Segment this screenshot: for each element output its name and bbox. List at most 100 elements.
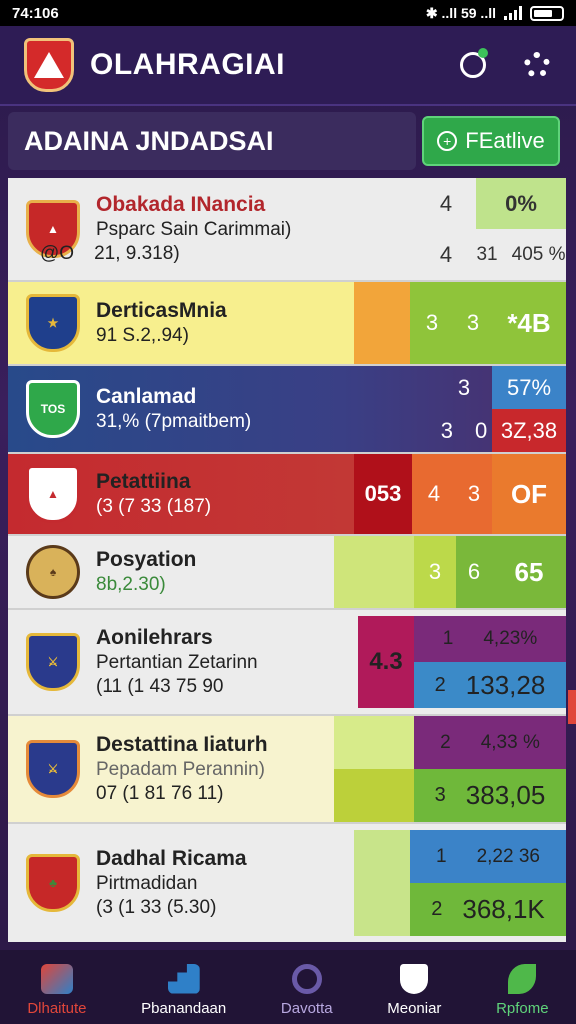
team-name: DerticasMnia [96, 299, 227, 322]
feature-live-label: FEatlive [465, 128, 545, 153]
team-crest-icon: ♣ [26, 854, 80, 912]
stat-cell: 2 4,33 % [414, 716, 566, 769]
stat-cell: 3 [457, 374, 471, 400]
list-item[interactable]: TOS Canlamad 31,% (7pmaitbem) 3 30 57% 3… [8, 366, 566, 454]
nav-item-stats[interactable]: Pbanandaan [141, 963, 226, 1017]
team-stats-value: 07 (1 81 76 11) [96, 783, 224, 805]
bell-icon[interactable] [458, 48, 488, 80]
nav-item-home[interactable]: Dlhaitute [27, 963, 87, 1017]
bar-chart-icon [167, 963, 200, 994]
home-icon [40, 963, 73, 994]
team-subtitle: (3 (7 33 (187) [96, 496, 212, 518]
stat-percent: 2,22 36 [476, 845, 540, 867]
nav-item-monitor[interactable]: Meoniar [387, 963, 442, 1017]
nav-item-search[interactable]: Davotta [280, 963, 333, 1017]
leaf-icon [508, 963, 537, 994]
list-item[interactable]: ♠ Posyation 8b,2.30) 3 6 65 [8, 536, 566, 610]
bottom-nav: Dlhaitute Pbanandaan Davotta Meoniar Rpf… [0, 950, 576, 1024]
stat-cell: 4 [412, 454, 456, 534]
stat-percent: 4,33 % [480, 731, 540, 753]
team-stats-value: (11 (1 43 75 90 [96, 676, 224, 698]
team-crest-icon: ♠ [26, 545, 80, 599]
stat-cell-b: 405 % [511, 243, 566, 265]
stat-total: 133,28 [465, 669, 546, 700]
stat-percent: 57% [492, 366, 566, 409]
stat-bar [334, 536, 414, 608]
stat-cell: 1 4,23% [414, 616, 566, 662]
team-stats-value: 21, 9.318) [94, 243, 180, 265]
team-name: Dadhal Ricama [96, 847, 247, 871]
scroll-indicator[interactable] [568, 690, 576, 724]
section-title: ADAINA JNDADSAI [8, 112, 416, 170]
stat-cell: 3 [456, 454, 492, 534]
section-title-text: ADAINA JNDADSAI [24, 125, 274, 156]
team-subtitle: Psparc Sain Carimmai) [96, 219, 292, 241]
list-item[interactable]: ▲ Obakada INancia Psparc Sain Carimmai) … [8, 178, 566, 282]
stat-cell-a: 3 [440, 417, 453, 443]
gear-icon[interactable] [522, 50, 552, 80]
team-name: Obakada INancia [96, 193, 266, 217]
stat-cell: 1 2,22 36 [410, 830, 566, 883]
team-stats-value: 91 S.2,.94) [96, 325, 189, 347]
list-item[interactable]: ♣ Dadhal Ricama Pirtmadidan (3 (1 33 (5.… [8, 824, 566, 942]
status-indicators: ✱ ..ll 59 ..ll [426, 5, 564, 22]
nav-item-profile[interactable]: Rpfome [496, 963, 549, 1017]
team-code: TOS [40, 402, 66, 416]
shield-icon [400, 963, 429, 994]
stat-cell-a: 31 [476, 243, 498, 265]
team-name: Destattina Iiaturh [96, 733, 268, 757]
team-crest-icon: TOS [26, 380, 80, 438]
team-name: Posyation [96, 548, 197, 571]
nav-item-label: Meoniar [387, 999, 442, 1017]
stat-total: 3Z,38 [492, 409, 566, 452]
nav-item-label: Rpfome [496, 999, 549, 1017]
team-subtitle: Pepadam Perannin) [96, 759, 265, 781]
stat-cell: 6 [456, 536, 492, 608]
list-item[interactable]: ⚔ Destattina Iiaturh Pepadam Perannin) 0… [8, 716, 566, 824]
logo-shield-icon[interactable] [24, 38, 74, 92]
team-code: @O [40, 243, 75, 265]
list-item[interactable]: ▲ Petattiina (3 (7 33 (187) 053 4 3 OF [8, 454, 566, 536]
team-crest-icon: ⚔ [26, 740, 80, 798]
stat-badge: 4.3 [358, 616, 414, 708]
team-name: Aonilehrars [96, 626, 213, 650]
team-stats-value: (3 (1 33 (5.30) [96, 897, 217, 919]
status-bar: 74:106 ✱ ..ll 59 ..ll [0, 0, 576, 26]
list-item[interactable]: ⚔ Aonilehrars Pertantian Zetarinn (11 (1… [8, 610, 566, 716]
nav-item-label: Dlhaitute [27, 999, 87, 1017]
stat-cell-a: 2 [434, 673, 446, 696]
team-name: Petattiina [96, 470, 191, 493]
stat-cell: 31 405 % [476, 229, 566, 280]
app-header: OLAHRAGIAI [0, 26, 576, 106]
stat-bar [334, 716, 414, 769]
stat-cell-b: 0 [475, 417, 488, 443]
stat-cell: 4 [439, 190, 453, 216]
status-indicator-text: ✱ ..ll 59 ..ll [425, 4, 496, 21]
nav-item-label: Davotta [280, 999, 333, 1017]
stat-cell: 3 [410, 282, 454, 364]
feature-live-button[interactable]: + FEatlive [422, 116, 560, 166]
status-time: 74:106 [12, 4, 59, 22]
stat-cell-a: 1 [442, 628, 454, 649]
signal-icon [504, 6, 522, 20]
stat-cell: 3 [414, 536, 456, 608]
search-icon [291, 963, 322, 994]
stat-bar [334, 769, 414, 822]
stat-percent: 0% [476, 178, 566, 229]
team-crest-icon: ▲ [26, 465, 80, 523]
team-crest-icon: ⚔ [26, 633, 80, 691]
team-subtitle: Pertantian Zetarinn [96, 652, 258, 674]
plus-icon: + [437, 131, 458, 151]
stat-cell-a: 2 [431, 898, 443, 920]
list-item[interactable]: ★ DerticasMnia 91 S.2,.94) 3 3 *4B [8, 282, 566, 366]
team-name: Canlamad [96, 385, 197, 408]
team-stats: @O 21, 9.318) [40, 242, 291, 266]
stat-total: *4B [492, 282, 566, 364]
stat-cell-a: 2 [440, 731, 451, 753]
stat-cell-a: 3 [434, 784, 446, 806]
stat-cell-a: 1 [436, 845, 447, 867]
stat-cell: 2 133,28 [414, 662, 566, 708]
stat-total: 65 [492, 536, 566, 608]
stat-percent: 4,23% [483, 628, 538, 649]
stat-cell: 3 [454, 282, 492, 364]
